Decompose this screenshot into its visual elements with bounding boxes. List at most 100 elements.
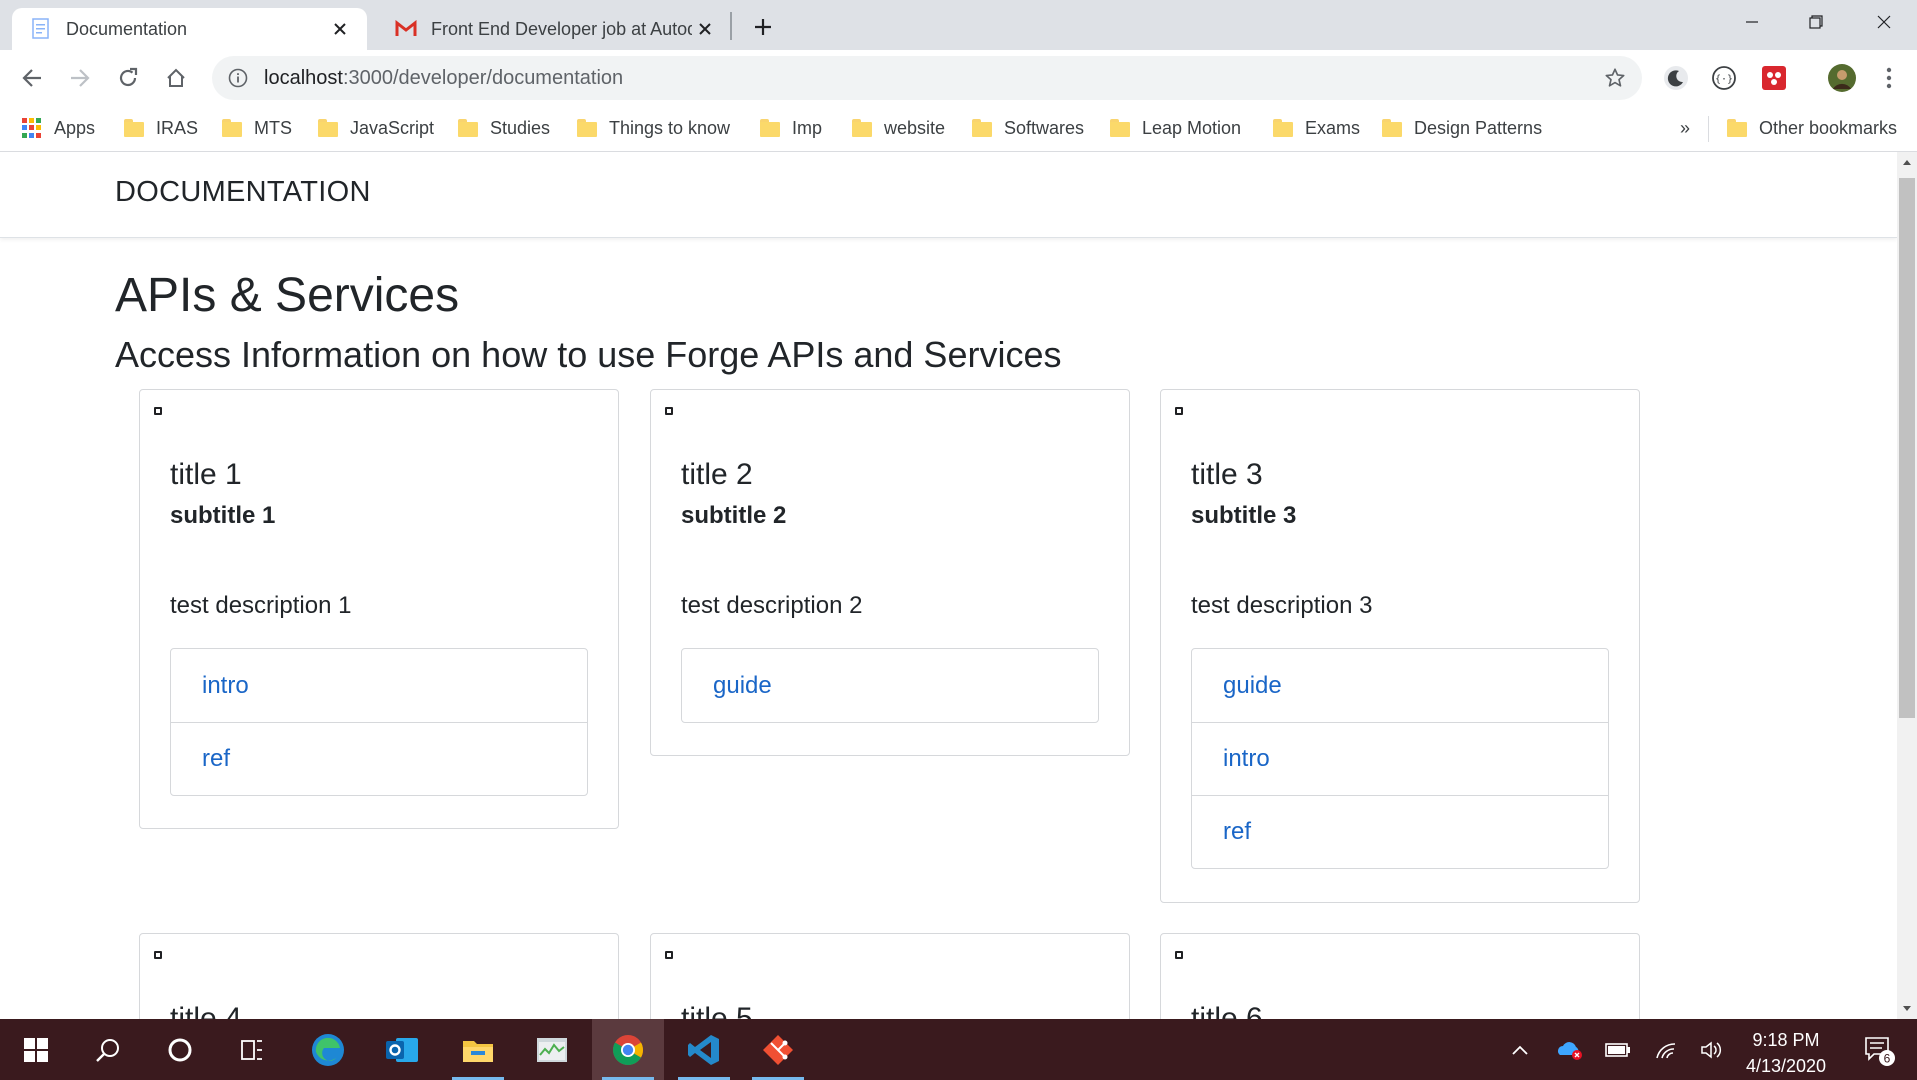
home-button[interactable] [156, 58, 196, 98]
bookmark-folder-imp[interactable]: Imp [760, 112, 822, 144]
url-text[interactable]: localhost:3000/developer/documentation [264, 67, 1600, 90]
bookmark-folder-things-to-know[interactable]: Things to know [577, 112, 730, 144]
wifi-icon[interactable] [1644, 1019, 1688, 1080]
other-bookmarks-folder[interactable]: Other bookmarks [1727, 112, 1897, 144]
scrollbar-thumb[interactable] [1899, 178, 1915, 718]
task-manager-icon[interactable] [516, 1019, 588, 1080]
chrome-menu-icon[interactable] [1873, 62, 1905, 94]
cortana-icon[interactable] [144, 1019, 216, 1080]
clock-date: 4/13/2020 [1745, 1056, 1827, 1076]
tab-documentation[interactable]: Documentation [12, 8, 367, 50]
action-center-icon[interactable]: 6 [1854, 1019, 1904, 1080]
card-link-ref[interactable]: ref [1192, 795, 1608, 868]
chrome-icon[interactable] [592, 1019, 664, 1080]
page-subtitle: Access Information on how to use Forge A… [115, 334, 1062, 375]
bookmark-folder-website[interactable]: website [852, 112, 945, 144]
bookmarks-overflow-button[interactable]: » [1680, 112, 1690, 144]
tab-title: Documentation [66, 18, 188, 39]
card-title: title 5 [681, 1002, 753, 1019]
tab-strip: Documentation Front End Developer job at… [0, 0, 1917, 50]
document-favicon-icon [30, 18, 52, 40]
show-hidden-icons-chevron-icon[interactable] [1498, 1019, 1542, 1080]
navbar-brand[interactable]: DOCUMENTATION [115, 176, 371, 209]
reload-button[interactable] [108, 58, 148, 98]
service-card: title 6 [1160, 933, 1640, 1019]
edge-icon[interactable] [292, 1019, 364, 1080]
bookmark-folder-iras[interactable]: IRAS [124, 112, 198, 144]
bookmark-folder-softwares[interactable]: Softwares [972, 112, 1084, 144]
forward-button[interactable] [60, 58, 100, 98]
broken-image-icon [154, 407, 162, 415]
folder-icon [318, 119, 338, 137]
bookmark-folder-exams[interactable]: Exams [1273, 112, 1360, 144]
system-clock[interactable]: 9:18 PM 4/13/2020 [1732, 1027, 1840, 1079]
minimize-button[interactable] [1718, 0, 1786, 44]
folder-icon [1382, 119, 1402, 137]
bookmarks-bar: Apps IRAS MTS JavaScript Studies Things … [0, 106, 1917, 152]
card-description: test description 3 [1191, 592, 1373, 619]
json-extension-icon[interactable]: {·} [1708, 62, 1740, 94]
site-info-icon[interactable] [226, 66, 250, 90]
bookmark-folder-leap-motion[interactable]: Leap Motion [1110, 112, 1241, 144]
folder-icon [1110, 119, 1130, 137]
profile-avatar[interactable] [1826, 62, 1858, 94]
tab-job[interactable]: Front End Developer job at Autod [377, 8, 732, 50]
card-description: test description 2 [681, 592, 863, 619]
bookmark-label: Leap Motion [1142, 117, 1242, 138]
bookmark-label: Imp [792, 117, 823, 138]
bookmark-label: Exams [1305, 117, 1361, 138]
bookmark-label: Things to know [609, 117, 731, 138]
onedrive-error-icon[interactable] [1548, 1019, 1592, 1080]
folder-icon [1727, 119, 1747, 137]
card-title: title 1 [170, 458, 242, 491]
card-link-guide[interactable]: guide [682, 649, 1098, 722]
bookmark-folder-mts[interactable]: MTS [222, 112, 292, 144]
bookmark-apps[interactable]: Apps [22, 112, 95, 144]
close-tab-icon[interactable] [692, 16, 718, 42]
card-link-intro[interactable]: intro [171, 649, 587, 722]
back-button[interactable] [12, 58, 52, 98]
folder-icon [972, 119, 992, 137]
git-icon[interactable] [742, 1019, 814, 1080]
vscode-icon[interactable] [668, 1019, 740, 1080]
card-link-list: guide intro ref [1191, 648, 1609, 869]
new-tab-button[interactable] [747, 11, 779, 43]
close-tab-icon[interactable] [327, 16, 353, 42]
card-link-ref[interactable]: ref [171, 722, 587, 795]
address-bar[interactable]: localhost:3000/developer/documentation [212, 56, 1642, 100]
task-view-icon[interactable] [216, 1019, 288, 1080]
scroll-down-arrow-icon[interactable] [1897, 999, 1917, 1019]
page-scrollbar[interactable] [1897, 152, 1917, 1019]
battery-icon[interactable] [1596, 1019, 1640, 1080]
bookmark-label: Apps [54, 117, 96, 138]
page-title: APIs & Services [115, 269, 460, 322]
search-icon[interactable] [72, 1019, 144, 1080]
start-icon[interactable] [0, 1019, 72, 1080]
folder-icon [222, 119, 242, 137]
card-link-guide[interactable]: guide [1192, 649, 1608, 722]
scroll-up-arrow-icon[interactable] [1897, 152, 1917, 172]
bookmark-label: Studies [490, 117, 551, 138]
bookmark-folder-design-patterns[interactable]: Design Patterns [1382, 112, 1542, 144]
folder-icon [852, 119, 872, 137]
bookmark-star-icon[interactable] [1600, 63, 1630, 93]
close-window-button[interactable] [1850, 0, 1917, 44]
dark-mode-extension-icon[interactable] [1660, 62, 1692, 94]
bookmark-folder-studies[interactable]: Studies [458, 112, 550, 144]
service-card: title 4 [139, 933, 619, 1019]
card-subtitle: subtitle 1 [170, 502, 276, 529]
volume-icon[interactable] [1690, 1019, 1734, 1080]
card-description: test description 1 [170, 592, 352, 619]
service-card: title 5 [650, 933, 1130, 1019]
restore-button[interactable] [1782, 0, 1850, 44]
red-extension-icon[interactable] [1758, 62, 1790, 94]
outlook-icon[interactable] [366, 1019, 438, 1080]
bookmark-folder-javascript[interactable]: JavaScript [318, 112, 434, 144]
card-subtitle: subtitle 3 [1191, 502, 1297, 529]
file-explorer-icon[interactable] [442, 1019, 514, 1080]
folder-icon [458, 119, 478, 137]
card-link-intro[interactable]: intro [1192, 722, 1608, 795]
folder-icon [124, 119, 144, 137]
folder-icon [760, 119, 780, 137]
gmail-favicon-icon [395, 18, 417, 40]
